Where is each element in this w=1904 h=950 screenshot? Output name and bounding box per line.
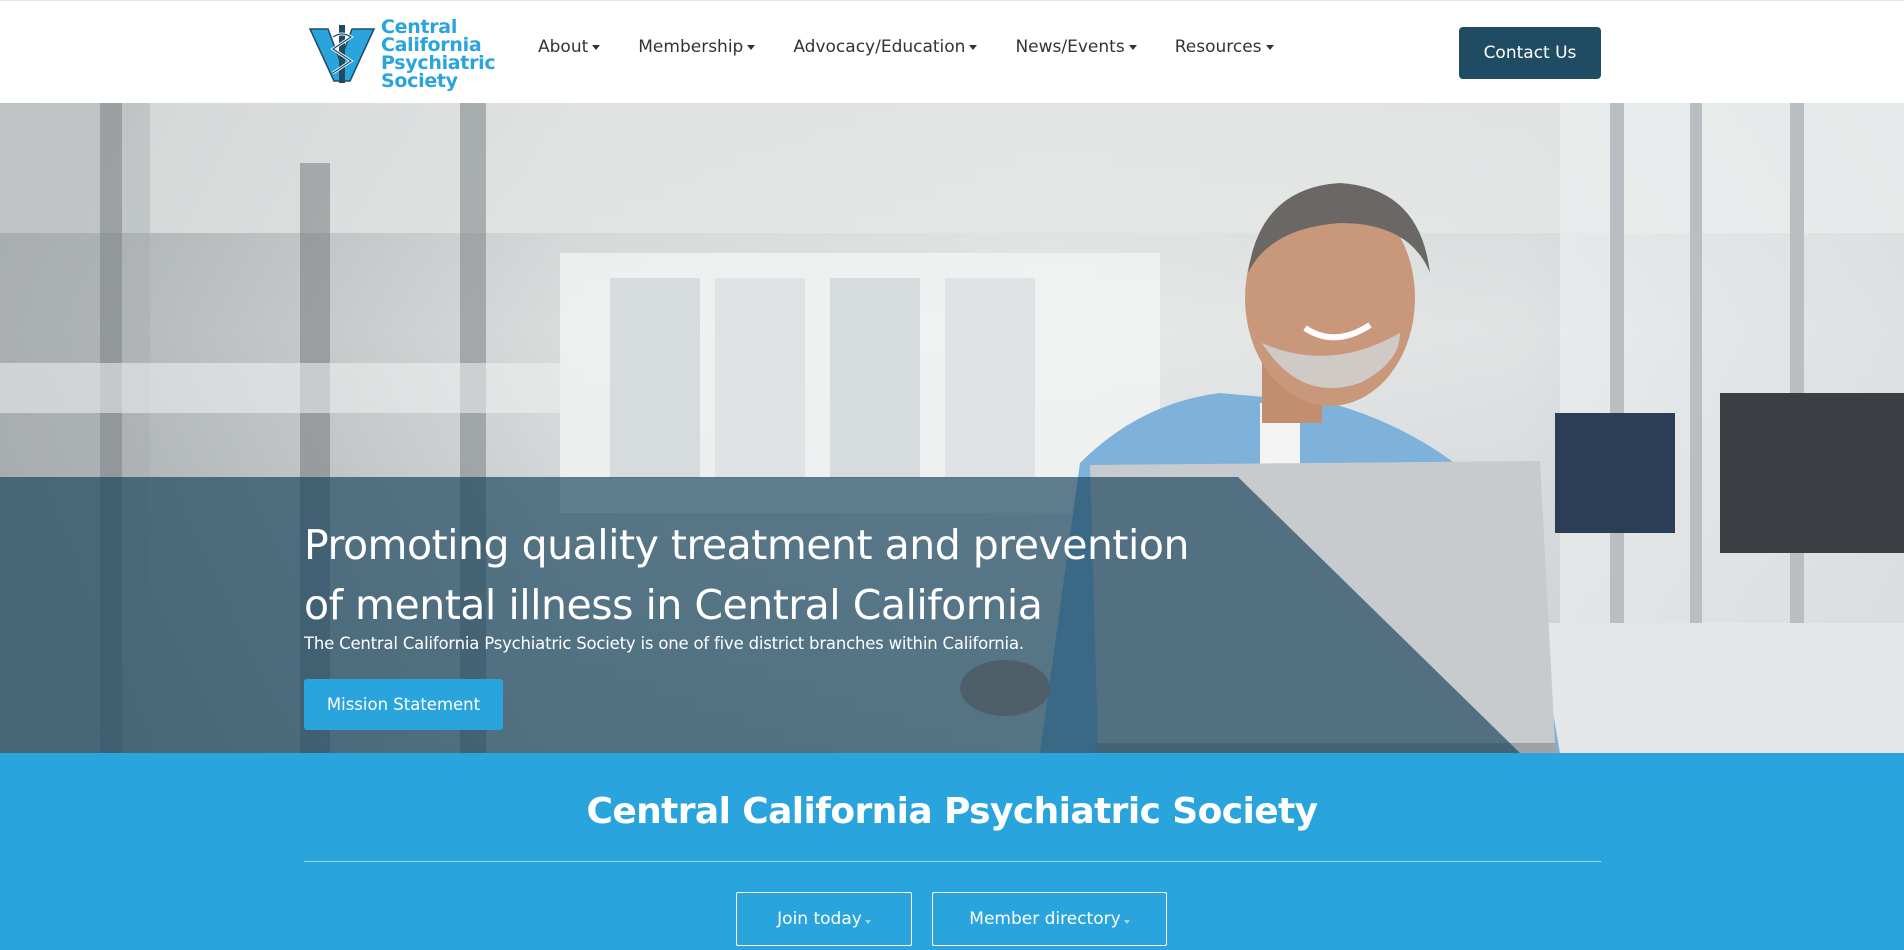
section-title: Central California Psychiatric Society [586, 791, 1319, 832]
main-nav: About Membership Advocacy/Education News… [538, 37, 1312, 57]
logo-line: Psychiatric [381, 51, 496, 74]
caret-down-icon [1123, 920, 1130, 924]
caret-down-icon [1128, 44, 1137, 50]
nav-item-news-events[interactable]: News/Events [1015, 37, 1137, 57]
join-today-button[interactable]: Join today [736, 892, 912, 946]
caduceus-logo-icon [308, 24, 376, 83]
hero-subtitle: The Central California Psychiatric Socie… [304, 634, 1024, 653]
logo-line: Society [381, 69, 458, 92]
button-label: Join today [777, 909, 862, 929]
contact-us-button[interactable]: Contact Us [1459, 27, 1601, 79]
member-directory-button[interactable]: Member directory [932, 892, 1167, 946]
nav-item-resources[interactable]: Resources [1175, 37, 1274, 57]
nav-item-advocacy-education[interactable]: Advocacy/Education [793, 37, 978, 57]
nav-label: Resources [1174, 37, 1262, 57]
caret-down-icon [592, 44, 601, 50]
hero-headline: Promoting quality treatment and preventi… [304, 521, 1189, 629]
hero-overlay-shape [0, 477, 1520, 753]
logo-wordmark: Central California Psychiatric Society [381, 15, 496, 92]
society-band: Central California Psychiatric Society J… [0, 753, 1904, 950]
logo-line: Central [381, 15, 458, 38]
nav-item-membership[interactable]: Membership [638, 37, 756, 57]
hero-banner: Promoting quality treatment and preventi… [0, 103, 1904, 753]
nav-label: Membership [638, 37, 744, 57]
nav-label: Advocacy/Education [793, 37, 966, 57]
nav-label: About [538, 37, 589, 57]
nav-label: News/Events [1015, 37, 1125, 57]
caret-down-icon [1265, 44, 1274, 50]
divider [304, 861, 1601, 862]
caret-down-icon [864, 920, 871, 924]
site-logo[interactable]: Central California Psychiatric Society [306, 17, 510, 90]
mission-statement-button[interactable]: Mission Statement [304, 679, 503, 730]
site-header: Central California Psychiatric Society A… [0, 0, 1904, 103]
logo-line: California [381, 33, 482, 56]
caret-down-icon [747, 44, 756, 50]
nav-item-about[interactable]: About [538, 37, 601, 57]
caret-down-icon [969, 44, 978, 50]
button-label: Member directory [969, 909, 1121, 929]
